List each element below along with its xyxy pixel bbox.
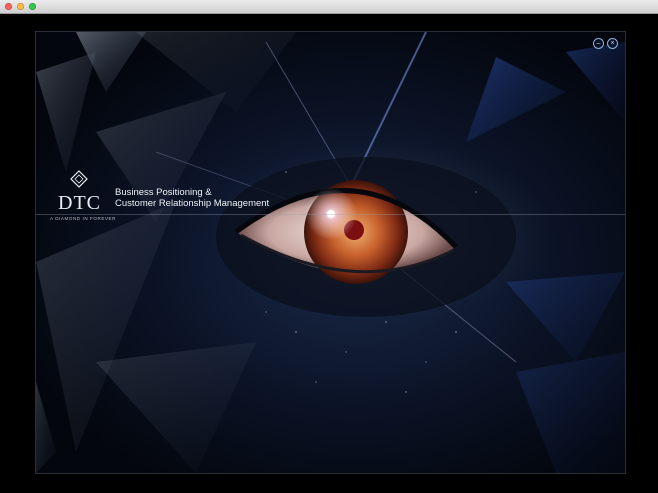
window-titlebar xyxy=(0,0,658,14)
light-shard xyxy=(36,382,56,473)
window-zoom-button[interactable] xyxy=(29,3,36,10)
blue-shard xyxy=(466,57,566,142)
stage-close-button[interactable]: × xyxy=(607,38,618,49)
tagline: A DIAMOND IN FOREVER xyxy=(50,216,117,221)
light-shard xyxy=(96,342,256,473)
stage-minimize-button[interactable]: – xyxy=(593,38,604,49)
light-shard xyxy=(36,52,96,172)
diamond-outline-icon xyxy=(70,170,88,188)
blue-shard xyxy=(506,272,625,362)
blue-shard xyxy=(566,42,625,122)
app-window: DTC A DIAMOND IN FOREVER Business Positi… xyxy=(0,0,658,493)
headline-line-1: Business Positioning & xyxy=(115,187,212,198)
blue-shard xyxy=(516,352,625,473)
headline: Business Positioning & Customer Relation… xyxy=(115,187,269,209)
window-minimize-button[interactable] xyxy=(17,3,24,10)
window-close-button[interactable] xyxy=(5,3,12,10)
logo-text: DTC xyxy=(58,192,101,214)
eye-artwork xyxy=(36,32,625,473)
horizon-line xyxy=(36,214,625,215)
headline-line-2: Customer Relationship Management xyxy=(115,198,270,209)
splash-stage: DTC A DIAMOND IN FOREVER Business Positi… xyxy=(35,31,626,474)
